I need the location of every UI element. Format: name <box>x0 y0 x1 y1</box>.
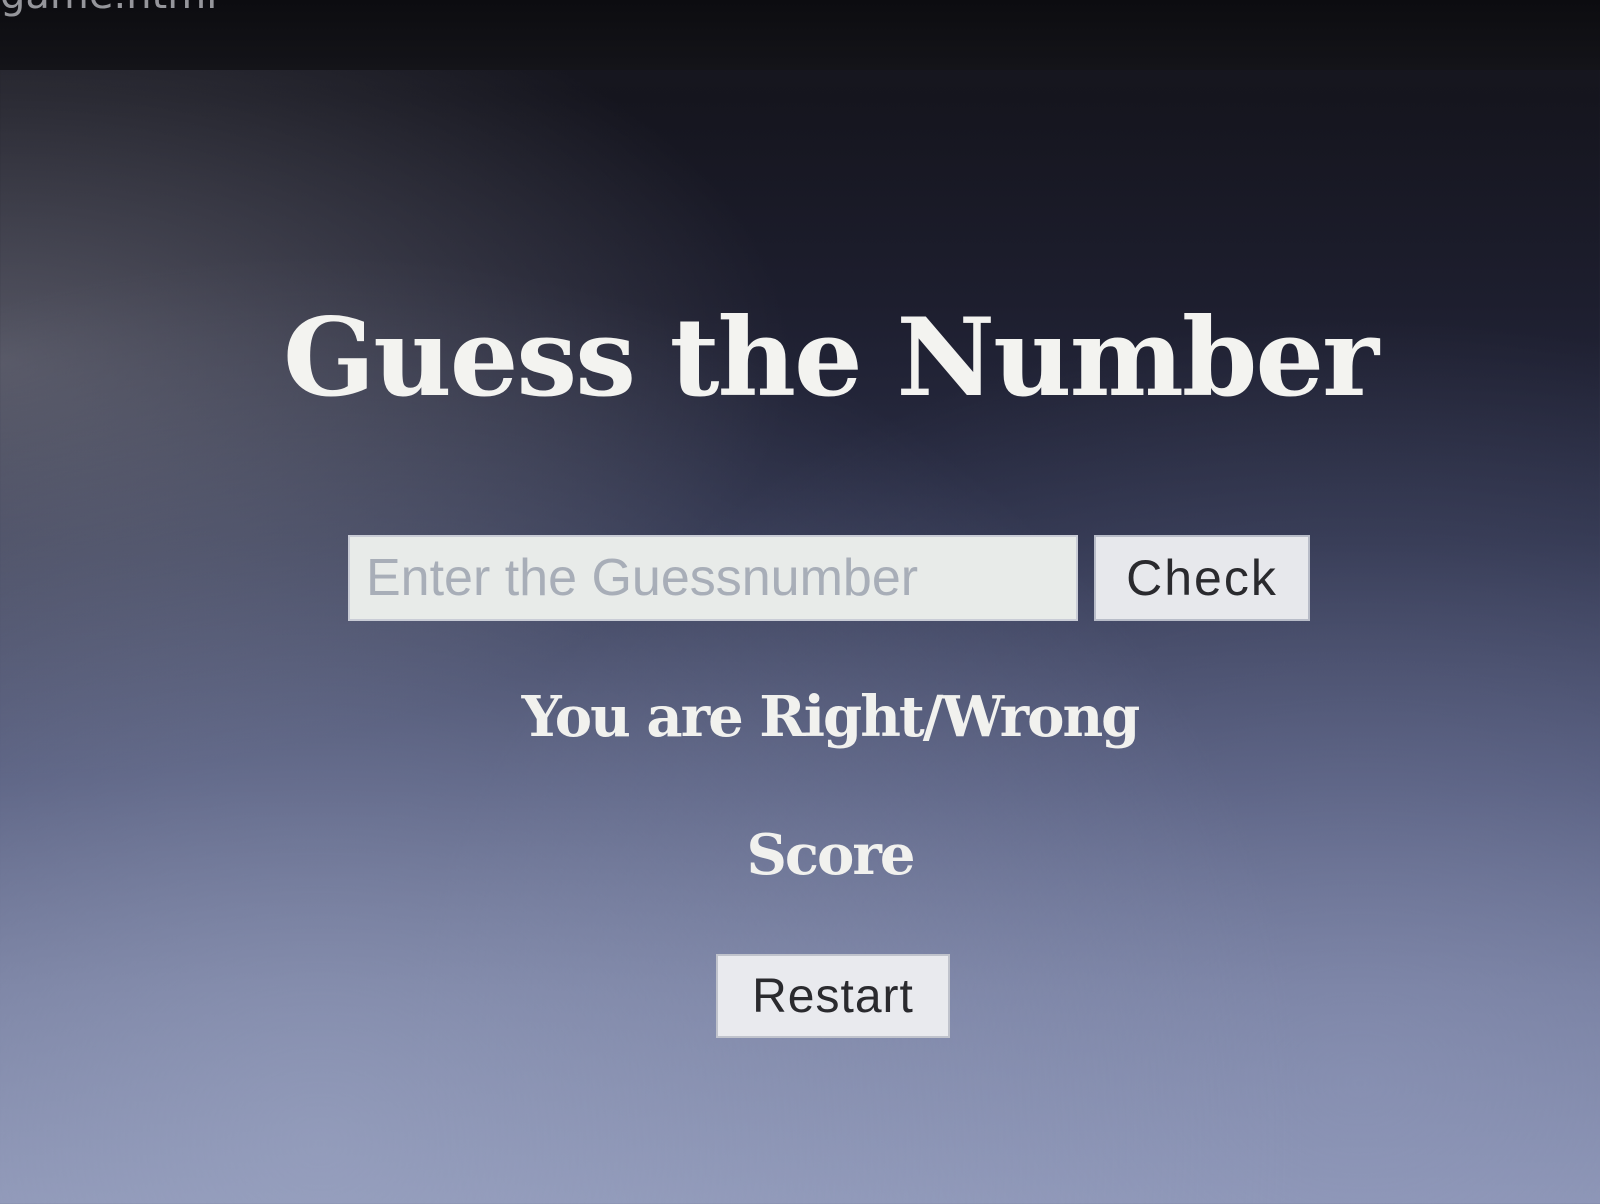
score-label: Score <box>746 822 915 888</box>
result-message: You are Right/Wrong <box>521 684 1141 750</box>
guess-number-input[interactable] <box>348 535 1078 621</box>
tab-title[interactable]: game.html <box>0 0 217 18</box>
check-button[interactable]: Check <box>1094 535 1310 621</box>
restart-button[interactable]: Restart <box>716 954 950 1038</box>
page-title: Guess the Number <box>282 295 1379 421</box>
browser-top-bar: game.html <box>0 0 1600 70</box>
